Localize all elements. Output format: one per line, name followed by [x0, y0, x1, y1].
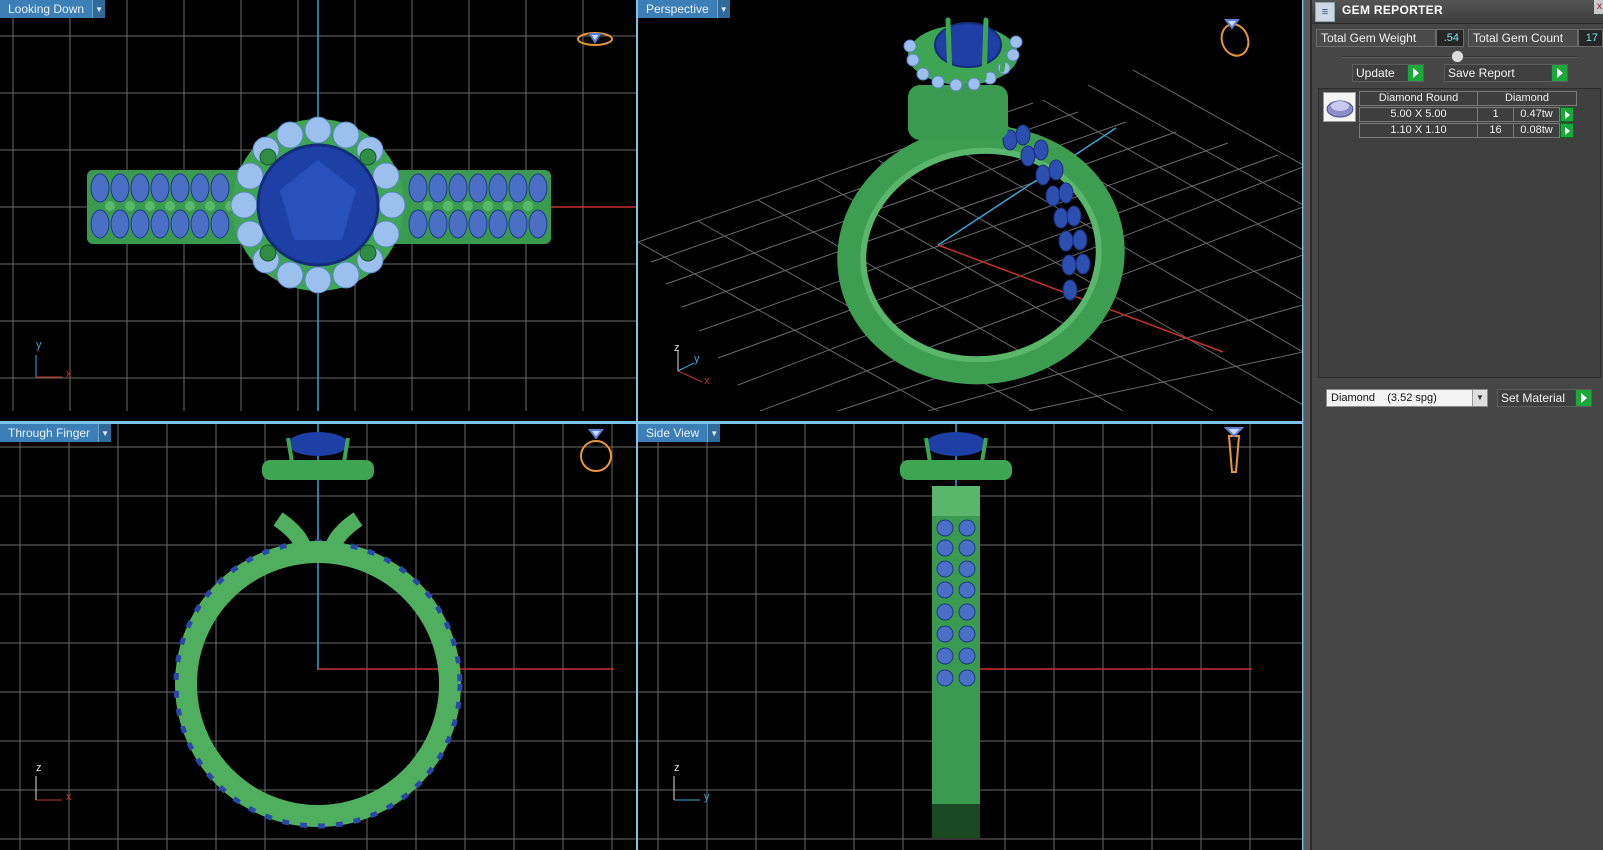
gem-reporter-logo-icon: ≡ — [1315, 2, 1335, 22]
close-icon[interactable]: x — [1594, 0, 1603, 14]
through-finger-scene — [0, 424, 636, 850]
shank-highlight — [932, 486, 980, 516]
axis-label-x: x — [66, 791, 72, 803]
center-stone — [926, 432, 986, 456]
axis-label-x: x — [66, 368, 72, 380]
ring-head — [908, 85, 1008, 140]
set-material-button-label: Set Material — [1501, 391, 1566, 405]
axis-label-z: z — [674, 762, 680, 774]
panel-header: ≡ GEM REPORTER x — [1312, 0, 1603, 24]
material-select[interactable]: Diamond (3.52 spg) ▼ — [1326, 389, 1488, 407]
viewport-perspective[interactable]: z y x Perspective ▼ — [638, 0, 1303, 411]
chevron-down-icon[interactable]: ▼ — [716, 0, 730, 18]
play-arrow-icon — [1407, 65, 1423, 81]
splitter-handle[interactable] — [1451, 50, 1464, 63]
shank-shadow — [932, 804, 980, 838]
save-report-button-label: Save Report — [1448, 66, 1515, 80]
chevron-down-icon[interactable]: ▼ — [92, 0, 106, 18]
app-window: y x Looking Down ▼ z y x Perspective ▼ z… — [0, 0, 1603, 850]
viewport-looking-down[interactable]: y x Looking Down ▼ — [0, 0, 636, 411]
table-cell-count: 16 — [1477, 123, 1514, 138]
viewport-through-finger[interactable]: z x Through Finger ▼ — [0, 424, 636, 850]
chevron-down-icon[interactable]: ▼ — [1472, 390, 1487, 406]
halo-setting — [900, 460, 1012, 480]
table-cell-weight: 0.08tw — [1513, 123, 1560, 138]
play-arrow-icon — [1575, 390, 1591, 406]
axis-label-y: y — [694, 353, 700, 365]
viewport-label: Through Finger — [0, 424, 99, 442]
viewport-menu[interactable]: Through Finger ▼ — [0, 424, 112, 442]
play-arrow-icon — [1551, 65, 1567, 81]
axis-indicator — [35, 776, 62, 801]
material-select-value: Diamond (3.52 spg) — [1331, 392, 1437, 404]
ring-finger-icon[interactable] — [580, 429, 612, 472]
update-button[interactable]: Update — [1352, 64, 1424, 82]
center-stone — [934, 22, 1002, 68]
chevron-down-icon[interactable]: ▼ — [98, 424, 112, 442]
axis-label-y: y — [704, 791, 710, 803]
axis-label-z: z — [36, 762, 42, 774]
viewport-menu[interactable]: Looking Down ▼ — [0, 0, 106, 18]
diamond-round-thumbnail[interactable] — [1323, 92, 1356, 122]
axis-indicator — [673, 776, 700, 801]
ring-perspective-icon[interactable] — [1217, 19, 1252, 59]
viewport-label: Side View — [638, 424, 708, 442]
axis-label-x: x — [704, 375, 710, 387]
viewport-label: Looking Down — [0, 0, 93, 18]
total-gem-count-value: 17 — [1578, 29, 1603, 47]
set-material-button[interactable]: Set Material — [1497, 389, 1592, 407]
ring-side-icon[interactable] — [1223, 427, 1245, 473]
axis-label-y: y — [36, 339, 42, 351]
panel-title: GEM REPORTER — [1342, 3, 1443, 17]
side-view-scene — [638, 424, 1303, 850]
gem-report-table: Diamond Round Diamond 5.00 X 5.00 1 0.47… — [1318, 88, 1601, 378]
table-header-shape: Diamond Round — [1359, 91, 1478, 106]
select-row-button[interactable] — [1560, 107, 1574, 122]
halo-setting — [262, 460, 374, 480]
total-gem-weight-label: Total Gem Weight — [1316, 29, 1436, 47]
viewport-label: Perspective — [638, 0, 717, 18]
perspective-scene — [638, 17, 1303, 411]
table-cell-weight: 0.47tw — [1513, 107, 1560, 122]
table-cell-size: 5.00 X 5.00 — [1359, 107, 1478, 122]
update-button-label: Update — [1356, 66, 1395, 80]
table-cell-count: 1 — [1477, 107, 1514, 122]
viewport-menu[interactable]: Side View ▼ — [638, 424, 721, 442]
diamond-icon — [1326, 100, 1354, 118]
select-row-button[interactable] — [1560, 123, 1574, 138]
total-gem-weight-value: .54 — [1436, 29, 1464, 47]
panel-gutter[interactable] — [1303, 0, 1310, 850]
axis-indicator — [35, 355, 62, 378]
table-header-material: Diamond — [1477, 91, 1577, 106]
chevron-down-icon[interactable]: ▼ — [707, 424, 721, 442]
viewport-side-view[interactable]: z y Side View ▼ — [638, 424, 1303, 850]
gem-reporter-panel: ≡ GEM REPORTER x Total Gem Weight .54 To… — [1310, 0, 1603, 850]
axis-label-z: z — [674, 342, 680, 354]
table-cell-size: 1.10 X 1.10 — [1359, 123, 1478, 138]
viewport-menu[interactable]: Perspective ▼ — [638, 0, 730, 18]
center-stone — [288, 432, 348, 456]
save-report-button[interactable]: Save Report — [1444, 64, 1568, 82]
looking-down-scene — [0, 0, 636, 411]
total-gem-count-label: Total Gem Count — [1468, 29, 1578, 47]
